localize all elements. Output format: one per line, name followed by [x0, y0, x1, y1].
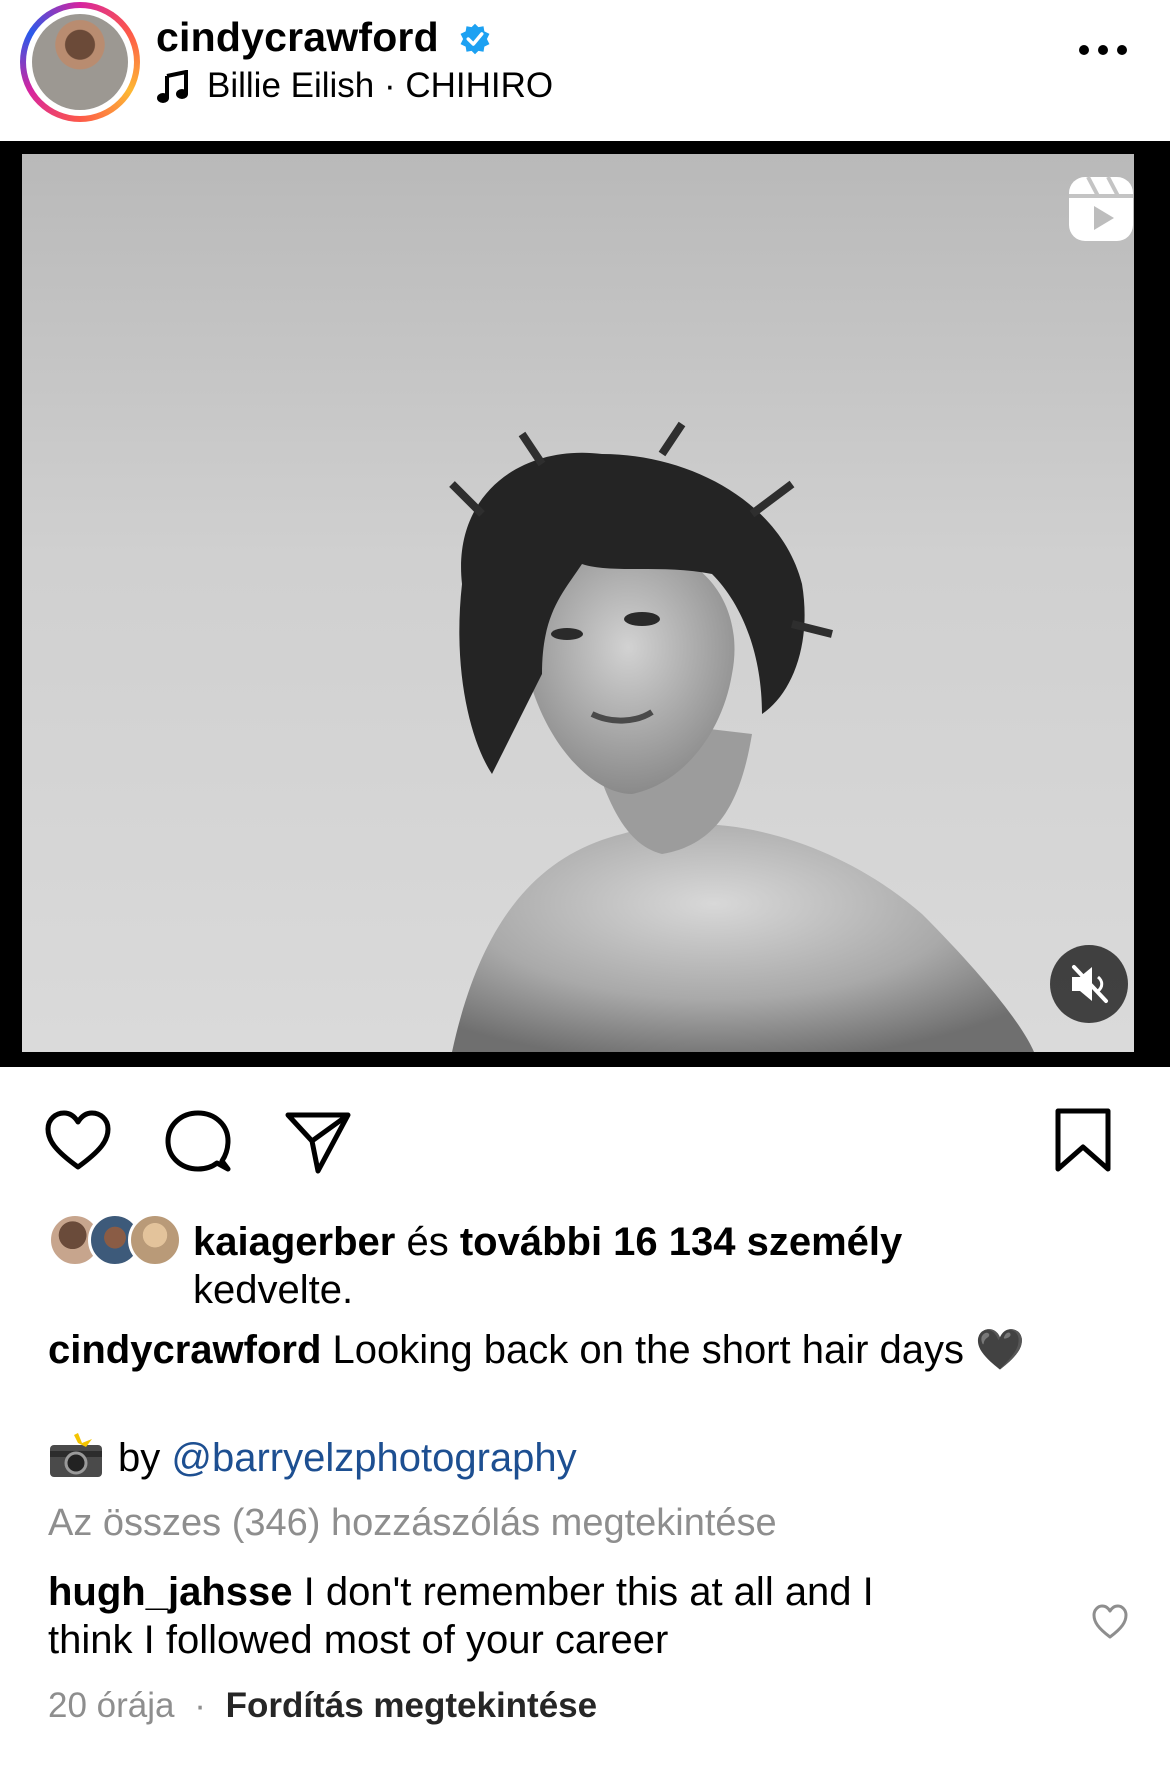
- reels-icon: [1069, 176, 1133, 241]
- likes-connector: és: [395, 1220, 460, 1264]
- avatar[interactable]: [32, 14, 128, 110]
- more-options-icon[interactable]: [1076, 38, 1130, 62]
- comment-time: 20 órája: [48, 1686, 175, 1725]
- post-photo: [22, 154, 1134, 1052]
- heart-icon[interactable]: [42, 1105, 114, 1177]
- top-comment: hugh_jahsse I don't remember this at all…: [48, 1568, 948, 1664]
- black-heart-emoji: 🖤: [975, 1328, 1025, 1372]
- comment-icon[interactable]: [162, 1105, 234, 1177]
- bookmark-icon[interactable]: [1050, 1105, 1116, 1177]
- liker-avatar[interactable]: [128, 1213, 182, 1267]
- mute-toggle-button[interactable]: [1050, 945, 1128, 1023]
- meta-separator: ·: [194, 1686, 206, 1725]
- post-author-username[interactable]: cindycrawford: [156, 14, 439, 61]
- comment-meta: 20 órája · Fordítás megtekintése: [48, 1686, 597, 1726]
- audio-track-label[interactable]: Billie Eilish · CHIHIRO: [207, 66, 553, 106]
- comment-username[interactable]: hugh_jahsse: [48, 1570, 293, 1614]
- view-all-comments-link[interactable]: Az összes (346) hozzászólás megtekintése: [48, 1502, 777, 1545]
- first-liker-username[interactable]: kaiagerber: [193, 1220, 395, 1264]
- music-note-icon: [157, 70, 188, 103]
- caption-text: Looking back on the short hair days: [332, 1328, 965, 1372]
- credit-prefix: by: [118, 1436, 172, 1480]
- muted-speaker-icon: [1072, 965, 1108, 1003]
- verified-badge-icon: [460, 23, 490, 55]
- photo-credit: by @barryelzphotography: [48, 1432, 577, 1484]
- camera-flash-icon: [50, 1433, 102, 1477]
- small-heart-icon[interactable]: [1090, 1602, 1130, 1642]
- post-media[interactable]: [0, 141, 1170, 1067]
- post-caption: cindycrawford Looking back on the short …: [48, 1326, 1128, 1374]
- share-icon[interactable]: [282, 1105, 354, 1177]
- caption-username[interactable]: cindycrawford: [48, 1328, 321, 1372]
- photographer-mention[interactable]: @barryelzphotography: [171, 1436, 576, 1480]
- see-translation-link[interactable]: Fordítás megtekintése: [226, 1686, 598, 1725]
- likes-summary[interactable]: kaiagerber és további 16 134 személy ked…: [193, 1218, 1093, 1314]
- likes-suffix: kedvelte.: [193, 1268, 354, 1312]
- likes-count[interactable]: további 16 134 személy: [460, 1220, 902, 1264]
